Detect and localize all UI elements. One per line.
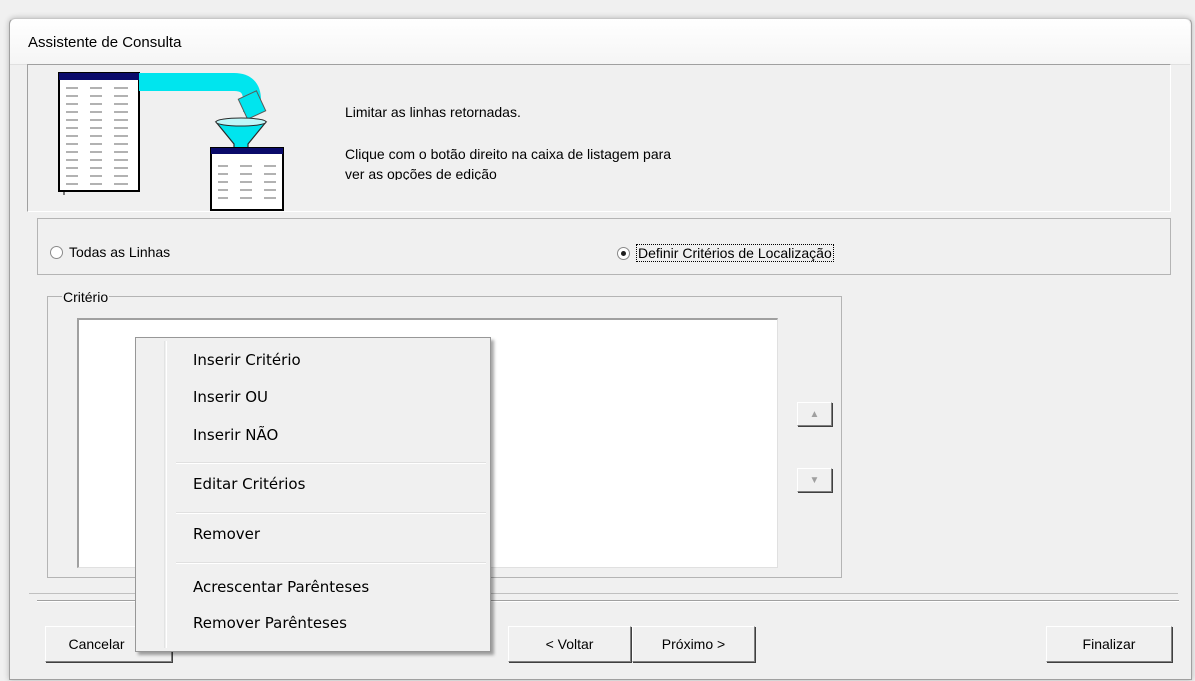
radio-selected-icon — [617, 246, 630, 260]
radio-define-criteria[interactable]: Definir Critérios de Localização — [617, 244, 834, 262]
finish-button[interactable]: Finalizar — [1046, 626, 1172, 662]
back-button[interactable]: < Voltar — [508, 626, 631, 662]
criteria-group-label: Critério — [62, 289, 110, 305]
next-button-label: Próximo > — [661, 636, 726, 652]
menu-item-edit-criteria[interactable]: Editar Critérios — [193, 475, 305, 493]
radio-all-rows[interactable]: Todas as Linhas — [50, 244, 170, 260]
window-title: Assistente de Consulta — [28, 34, 182, 51]
menu-item-insert-criteria[interactable]: Inserir Critério — [193, 351, 301, 369]
menu-separator — [176, 462, 486, 464]
header-title: Limitar as linhas retornadas. — [345, 104, 521, 120]
header-instruction: Clique com o botão direito na caixa de l… — [345, 146, 672, 162]
next-button[interactable]: Próximo > — [632, 626, 755, 662]
table-filter-illustration — [58, 72, 284, 211]
menu-item-remove[interactable]: Remover — [193, 525, 260, 543]
menu-separator — [176, 512, 486, 514]
menu-item-insert-or[interactable]: Inserir OU — [193, 388, 268, 406]
arrow-up-icon: ▲ — [809, 408, 820, 420]
menu-item-remove-parentheses[interactable]: Remover Parênteses — [193, 614, 347, 632]
back-button-label: < Voltar — [545, 636, 594, 652]
menu-icon-gutter — [164, 341, 167, 648]
move-down-button[interactable]: ▼ — [797, 468, 832, 492]
radio-define-criteria-label: Definir Critérios de Localização — [636, 244, 834, 262]
title-bar — [10, 19, 1190, 65]
context-menu: Inserir Critério Inserir OU Inserir NÃO … — [135, 337, 491, 652]
arrow-down-icon: ▼ — [809, 474, 820, 486]
cancel-button-label: Cancelar — [68, 636, 125, 652]
radio-all-rows-label: Todas as Linhas — [69, 244, 171, 260]
menu-separator — [176, 562, 486, 564]
radio-circle-icon — [50, 245, 63, 259]
row-options-panel — [37, 218, 1171, 275]
menu-item-add-parentheses[interactable]: Acrescentar Parênteses — [193, 578, 369, 596]
header-instruction-cont: ver as opções de edição — [345, 166, 497, 180]
menu-item-insert-not[interactable]: Inserir NÃO — [193, 426, 278, 444]
move-up-button[interactable]: ▲ — [797, 402, 832, 426]
finish-button-label: Finalizar — [1082, 636, 1136, 652]
